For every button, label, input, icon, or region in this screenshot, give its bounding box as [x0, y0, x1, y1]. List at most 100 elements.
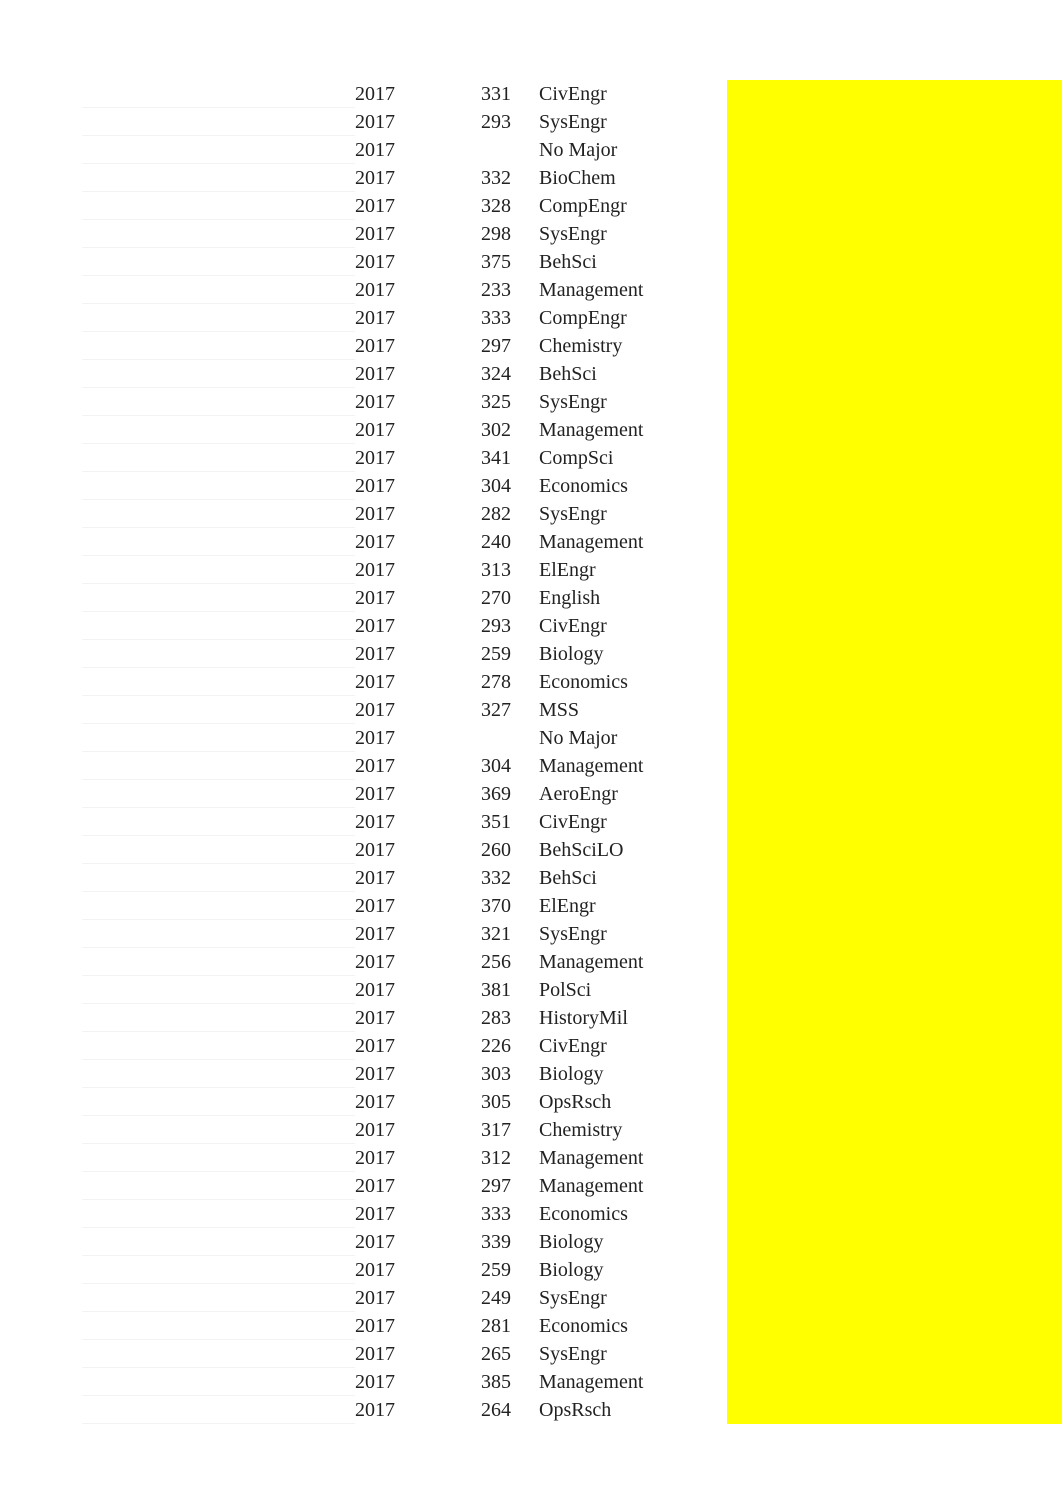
- table-row: 2017297Chemistry: [0, 332, 1062, 360]
- highlight-cell: [727, 1312, 1062, 1340]
- highlight-cell: [727, 1116, 1062, 1144]
- blank-cell: [0, 724, 355, 752]
- major-cell: Management: [539, 948, 727, 976]
- number-cell: 339: [481, 1228, 539, 1256]
- major-cell: Biology: [539, 1228, 727, 1256]
- highlight-cell: [727, 80, 1062, 108]
- table-row: 2017282SysEngr: [0, 500, 1062, 528]
- table-row: 2017233Management: [0, 276, 1062, 304]
- number-cell: 293: [481, 108, 539, 136]
- blank-cell: [0, 360, 355, 388]
- blank-cell: [0, 1368, 355, 1396]
- major-cell: BioChem: [539, 164, 727, 192]
- major-cell: CompEngr: [539, 304, 727, 332]
- number-cell: 259: [481, 1256, 539, 1284]
- number-cell: 278: [481, 668, 539, 696]
- number-cell: 324: [481, 360, 539, 388]
- major-cell: CivEngr: [539, 1032, 727, 1060]
- major-cell: OpsRsch: [539, 1088, 727, 1116]
- major-cell: ElEngr: [539, 556, 727, 584]
- number-cell: 351: [481, 808, 539, 836]
- major-cell: BehSci: [539, 360, 727, 388]
- year-cell: 2017: [355, 360, 481, 388]
- year-cell: 2017: [355, 1060, 481, 1088]
- year-cell: 2017: [355, 220, 481, 248]
- major-cell: Chemistry: [539, 332, 727, 360]
- table-row: 2017259Biology: [0, 1256, 1062, 1284]
- number-cell: 297: [481, 1172, 539, 1200]
- highlight-cell: [727, 332, 1062, 360]
- highlight-cell: [727, 528, 1062, 556]
- table-row: 2017256Management: [0, 948, 1062, 976]
- number-cell: 321: [481, 920, 539, 948]
- number-cell: 341: [481, 444, 539, 472]
- blank-cell: [0, 1116, 355, 1144]
- major-cell: Biology: [539, 640, 727, 668]
- highlight-cell: [727, 1340, 1062, 1368]
- year-cell: 2017: [355, 1340, 481, 1368]
- highlight-cell: [727, 584, 1062, 612]
- number-cell: 385: [481, 1368, 539, 1396]
- table-row: 2017265SysEngr: [0, 1340, 1062, 1368]
- year-cell: 2017: [355, 1256, 481, 1284]
- major-cell: CivEngr: [539, 612, 727, 640]
- year-cell: 2017: [355, 752, 481, 780]
- blank-cell: [0, 948, 355, 976]
- table-row: 2017331CivEngr: [0, 80, 1062, 108]
- table-row: 2017375BehSci: [0, 248, 1062, 276]
- year-cell: 2017: [355, 192, 481, 220]
- table-row: 2017369AeroEngr: [0, 780, 1062, 808]
- blank-cell: [0, 528, 355, 556]
- table-row: 2017278Economics: [0, 668, 1062, 696]
- blank-cell: [0, 1172, 355, 1200]
- number-cell: 226: [481, 1032, 539, 1060]
- blank-cell: [0, 1144, 355, 1172]
- blank-cell: [0, 1284, 355, 1312]
- table-row: 2017332BehSci: [0, 864, 1062, 892]
- number-cell: 240: [481, 528, 539, 556]
- blank-cell: [0, 976, 355, 1004]
- number-cell: 332: [481, 164, 539, 192]
- major-cell: Management: [539, 1172, 727, 1200]
- blank-cell: [0, 416, 355, 444]
- highlight-cell: [727, 640, 1062, 668]
- table-row: 2017259Biology: [0, 640, 1062, 668]
- table-row: 2017305OpsRsch: [0, 1088, 1062, 1116]
- highlight-cell: [727, 1032, 1062, 1060]
- year-cell: 2017: [355, 920, 481, 948]
- highlight-cell: [727, 668, 1062, 696]
- highlight-cell: [727, 220, 1062, 248]
- major-cell: Management: [539, 752, 727, 780]
- blank-cell: [0, 780, 355, 808]
- number-cell: 333: [481, 1200, 539, 1228]
- year-cell: 2017: [355, 668, 481, 696]
- table-row: 2017303Biology: [0, 1060, 1062, 1088]
- blank-cell: [0, 808, 355, 836]
- blank-cell: [0, 1200, 355, 1228]
- year-cell: 2017: [355, 1284, 481, 1312]
- year-cell: 2017: [355, 276, 481, 304]
- highlight-cell: [727, 836, 1062, 864]
- blank-cell: [0, 612, 355, 640]
- highlight-cell: [727, 920, 1062, 948]
- blank-cell: [0, 500, 355, 528]
- blank-cell: [0, 836, 355, 864]
- year-cell: 2017: [355, 1200, 481, 1228]
- year-cell: 2017: [355, 640, 481, 668]
- major-cell: PolSci: [539, 976, 727, 1004]
- blank-cell: [0, 220, 355, 248]
- table-row: 2017281Economics: [0, 1312, 1062, 1340]
- table-row: 2017No Major: [0, 724, 1062, 752]
- year-cell: 2017: [355, 780, 481, 808]
- highlight-cell: [727, 1284, 1062, 1312]
- table-row: 2017324BehSci: [0, 360, 1062, 388]
- table-row: 2017317Chemistry: [0, 1116, 1062, 1144]
- highlight-cell: [727, 1144, 1062, 1172]
- blank-cell: [0, 248, 355, 276]
- year-cell: 2017: [355, 472, 481, 500]
- major-cell: OpsRsch: [539, 1396, 727, 1424]
- year-cell: 2017: [355, 864, 481, 892]
- major-cell: Chemistry: [539, 1116, 727, 1144]
- highlight-cell: [727, 612, 1062, 640]
- table-row: 2017270English: [0, 584, 1062, 612]
